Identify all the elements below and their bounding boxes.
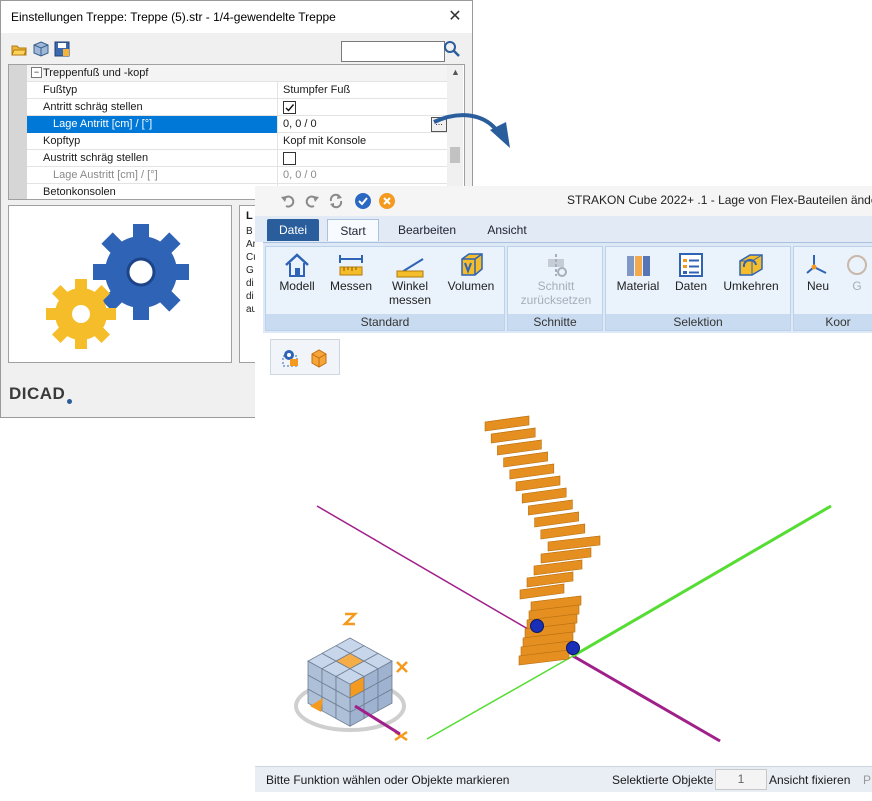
axis-green-thick	[572, 504, 832, 658]
selected-objects-label: Selektierte Objekte	[612, 773, 714, 787]
globe-icon	[847, 255, 867, 275]
redo-icon[interactable]	[304, 193, 320, 209]
undo-icon[interactable]	[280, 193, 296, 209]
stair-riser	[547, 535, 601, 552]
strakon-window: STRAKON Cube 2022+ .1 - Lage von Flex-Ba…	[255, 186, 872, 801]
stair-riser	[534, 511, 579, 528]
search-input[interactable]	[341, 41, 445, 62]
material-icon	[627, 256, 650, 276]
stair-riser	[509, 463, 555, 480]
messen-button[interactable]: Messen	[328, 251, 374, 311]
fix-view-button[interactable]: Ansicht fixieren	[769, 773, 850, 787]
stair-riser	[519, 583, 565, 600]
property-row-disabled: Lage Austritt [cm] / [°] 0, 0 / 0	[27, 167, 447, 184]
axis-purple-thick	[572, 654, 721, 743]
box-icon[interactable]	[309, 348, 329, 368]
stair-riser	[540, 523, 586, 540]
group-caption: Standard	[266, 314, 504, 330]
property-row[interactable]: Antritt schräg stellen	[27, 99, 447, 116]
3d-viewport[interactable]	[255, 376, 872, 764]
group-caption: Selektion	[606, 314, 790, 330]
angle-measure-icon	[396, 258, 424, 278]
winkel-messen-button[interactable]: Winkel messen	[382, 251, 438, 311]
handle-point[interactable]	[530, 619, 544, 633]
stair-riser	[515, 475, 561, 492]
daten-button[interactable]: Daten	[668, 251, 714, 311]
stair-riser	[503, 451, 548, 468]
cancel-icon[interactable]	[378, 192, 396, 210]
tab-start[interactable]: Start	[327, 219, 379, 241]
cube-icon[interactable]	[33, 41, 49, 57]
ribbon-tabs: Datei Start Bearbeiten Ansicht	[255, 216, 872, 242]
navigation-cube[interactable]	[294, 612, 408, 742]
section-header[interactable]: − Treppenfuß und -kopf	[27, 65, 447, 82]
status-bar: Bitte Funktion wählen oder Objekte marki…	[255, 766, 872, 792]
selected-objects-count: 1	[715, 769, 767, 790]
dicad-logo: DICAD	[9, 384, 66, 403]
property-grid: − Treppenfuß und -kopf Fußtyp Stumpfer F…	[8, 64, 465, 200]
group-caption: Schnitte	[508, 314, 602, 330]
quick-access-toolbar: STRAKON Cube 2022+ .1 - Lage von Flex-Ba…	[255, 186, 872, 216]
confirm-icon[interactable]	[354, 192, 372, 210]
gears-icon	[46, 224, 189, 349]
group-standard: Modell Messen Winkel messen Volumen Stan…	[265, 246, 505, 331]
property-row-selected[interactable]: Lage Antritt [cm] / [°] 0, 0 / 0 ...	[27, 116, 447, 133]
preview-image	[8, 205, 232, 363]
window-title: STRAKON Cube 2022+ .1 - Lage von Flex-Ba…	[567, 193, 872, 207]
checkbox-checked[interactable]	[283, 101, 296, 114]
logo-dot	[67, 399, 72, 404]
tab-bearbeiten[interactable]: Bearbeiten	[391, 219, 463, 241]
volumen-button[interactable]: Volumen	[444, 251, 498, 311]
axes-new-icon	[806, 255, 827, 274]
search-icon[interactable]	[443, 40, 461, 58]
view-toolbar	[270, 339, 340, 375]
handle-point[interactable]	[566, 641, 580, 655]
stair-riser	[484, 415, 530, 432]
open-folder-icon[interactable]	[11, 41, 27, 57]
scroll-up-icon[interactable]: ▲	[451, 67, 460, 77]
data-icon	[679, 253, 703, 277]
ruler-icon	[339, 255, 363, 276]
dialog-titlebar: Einstellungen Treppe: Treppe (5).str - 1…	[1, 1, 472, 33]
group-koordinaten: Neu G Koor	[793, 246, 872, 331]
stair-riser	[497, 439, 542, 456]
visibility-icon[interactable]	[281, 348, 301, 368]
collapse-icon[interactable]: −	[31, 67, 42, 78]
checkbox-unchecked[interactable]	[283, 152, 296, 165]
material-button[interactable]: Material	[612, 251, 664, 311]
stair-riser	[490, 427, 536, 444]
volume-icon	[461, 253, 483, 276]
section-reset-icon	[548, 254, 567, 277]
property-row[interactable]: Kopftyp Kopf mit Konsole	[27, 133, 447, 150]
axis-green	[426, 655, 574, 740]
close-icon[interactable]: ✕	[445, 7, 465, 27]
tab-datei[interactable]: Datei	[267, 219, 319, 241]
neu-button[interactable]: Neu	[800, 251, 836, 311]
pointer-arrow-icon	[433, 113, 510, 148]
status-message: Bitte Funktion wählen oder Objekte marki…	[266, 773, 510, 787]
save-icon[interactable]	[54, 41, 70, 57]
umkehren-button[interactable]: Umkehren	[718, 251, 784, 311]
tab-ansicht[interactable]: Ansicht	[477, 219, 537, 241]
refresh-icon[interactable]	[328, 193, 344, 209]
modell-button[interactable]: Modell	[274, 251, 320, 311]
group-schnitte: Schnitt zurücksetzen Schnitte	[507, 246, 603, 331]
group-caption: Koor	[794, 314, 872, 330]
invert-selection-icon	[739, 254, 763, 276]
property-row[interactable]: Fußtyp Stumpfer Fuß	[27, 82, 447, 99]
house-icon	[285, 253, 309, 277]
group-selektion: Material Daten Umkehren Selektion	[605, 246, 791, 331]
dialog-title: Einstellungen Treppe: Treppe (5).str - 1…	[11, 10, 336, 24]
ribbon: Modell Messen Winkel messen Volumen Stan…	[263, 242, 872, 333]
property-row[interactable]: Austritt schräg stellen	[27, 150, 447, 167]
schnitt-zuruecksetzen-button[interactable]: Schnitt zurücksetzen	[512, 251, 600, 311]
status-extra: P	[863, 773, 872, 787]
g-button[interactable]: G	[842, 251, 872, 311]
stair-riser	[521, 487, 567, 504]
stair-riser	[528, 499, 573, 516]
